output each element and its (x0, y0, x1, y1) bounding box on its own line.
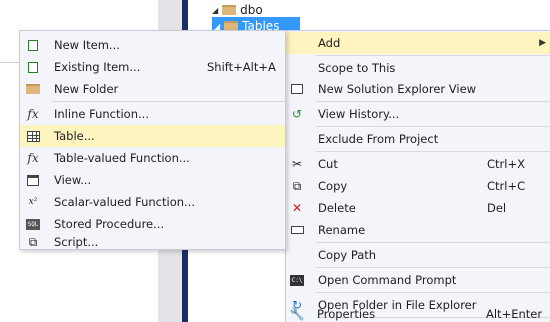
submenu-item-stored-procedure[interactable]: SQL Stored Procedure... (20, 213, 285, 235)
menu-item-new-solution-explorer-view[interactable]: New Solution Explorer View (286, 78, 550, 100)
menu-separator (52, 101, 285, 102)
menu-item-delete[interactable]: ✕ Delete Del (286, 197, 550, 219)
delete-x-icon: ✕ (291, 201, 303, 215)
submenu-item-view[interactable]: View... (20, 169, 285, 191)
menu-item-copy-path[interactable]: Copy Path (286, 244, 550, 266)
new-item-icon (25, 37, 41, 53)
view-icon (25, 172, 41, 188)
function-icon: fx (27, 107, 39, 121)
submenu-item-scalar-valued-function[interactable]: x² Scalar-valued Function... (20, 191, 285, 213)
menu-item-label: Table-valued Function... (54, 151, 190, 165)
menu-item-label: Rename (318, 223, 366, 237)
new-view-icon (289, 81, 305, 97)
expand-triangle-icon[interactable]: ◢ (212, 6, 218, 15)
submenu-item-existing-item[interactable]: Existing Item... Shift+Alt+A (20, 56, 285, 78)
submenu-item-new-folder[interactable]: New Folder (20, 78, 285, 100)
menu-item-label: Properties (317, 307, 376, 321)
menu-item-label: Existing Item... (54, 60, 141, 74)
folder-icon (222, 5, 237, 15)
menu-item-add[interactable]: Add ▶ (286, 32, 550, 54)
menu-item-label: Stored Procedure... (54, 217, 165, 231)
menu-item-label: Copy Path (318, 248, 377, 262)
menu-item-copy[interactable]: ⧉ Copy Ctrl+C (286, 175, 550, 197)
menu-item-label: Cut (318, 157, 338, 171)
menu-item-shortcut: Ctrl+C (487, 179, 526, 193)
menu-item-shortcut: Ctrl+X (487, 157, 525, 171)
menu-item-label: View... (54, 173, 92, 187)
scalar-function-icon: x² (28, 197, 38, 207)
tree-node-label: dbo (240, 3, 263, 17)
menu-separator (316, 55, 550, 56)
menu-item-exclude-from-project[interactable]: Exclude From Project (286, 128, 550, 150)
menu-item-shortcut: Del (487, 201, 507, 215)
menu-item-label: Copy (318, 179, 348, 193)
context-menu: Add ▶ Scope to This New Solution Explore… (285, 30, 550, 322)
menu-item-properties-visible[interactable]: 🔧 Properties Alt+Enter (286, 306, 550, 322)
menu-item-label: Inline Function... (54, 107, 149, 121)
menu-item-label: Delete (318, 201, 356, 215)
menu-item-label: New Solution Explorer View (318, 82, 477, 96)
submenu-item-table[interactable]: Table... (20, 125, 285, 147)
menu-item-label: New Item... (54, 38, 120, 52)
menu-separator (316, 242, 550, 243)
submenu-item-new-item[interactable]: New Item... (20, 34, 285, 56)
folder-icon (25, 81, 41, 97)
menu-separator (316, 267, 550, 268)
menu-item-label: Scalar-valued Function... (54, 195, 195, 209)
menu-item-label: Scope to This (318, 61, 396, 75)
scissors-icon: ✂ (291, 157, 303, 171)
add-submenu: New Item... Existing Item... Shift+Alt+A… (19, 30, 286, 250)
copy-icon: ⧉ (292, 178, 302, 193)
menu-item-view-history[interactable]: ↺ View History... (286, 103, 550, 125)
submenu-item-script[interactable]: ⧉ Script... (20, 234, 285, 250)
history-icon: ↺ (291, 107, 303, 121)
menu-separator (316, 101, 550, 102)
function-icon: fx (27, 151, 39, 165)
menu-item-rename[interactable]: Rename (286, 219, 550, 241)
menu-separator (316, 292, 550, 293)
script-icon: ⧉ (28, 234, 38, 249)
menu-item-shortcut: Alt+Enter (486, 307, 543, 321)
menu-item-label: New Folder (54, 82, 119, 96)
submenu-arrow-icon: ▶ (539, 38, 546, 48)
menu-item-label: View History... (318, 107, 400, 121)
wrench-icon: 🔧 (289, 307, 305, 321)
submenu-item-table-valued-function[interactable]: fx Table-valued Function... (20, 147, 285, 169)
submenu-item-inline-function[interactable]: fx Inline Function... (20, 103, 285, 125)
menu-item-shortcut: Shift+Alt+A (207, 60, 276, 74)
menu-item-label: Exclude From Project (318, 132, 439, 146)
existing-item-icon (25, 59, 41, 75)
menu-item-label: Script... (54, 235, 99, 249)
menu-separator (316, 151, 550, 152)
command-prompt-icon: C:\ (290, 274, 304, 286)
menu-item-label: Open Command Prompt (318, 273, 457, 287)
menu-separator (316, 126, 550, 127)
menu-item-scope-to-this[interactable]: Scope to This (286, 57, 550, 79)
table-icon (25, 128, 41, 144)
rename-icon (289, 222, 305, 238)
menu-item-label: Add (318, 36, 341, 50)
menu-item-label: Table... (54, 129, 95, 143)
stored-procedure-icon: SQL (26, 218, 40, 230)
menu-item-open-command-prompt[interactable]: C:\ Open Command Prompt (286, 269, 550, 291)
menu-item-cut[interactable]: ✂ Cut Ctrl+X (286, 153, 550, 175)
